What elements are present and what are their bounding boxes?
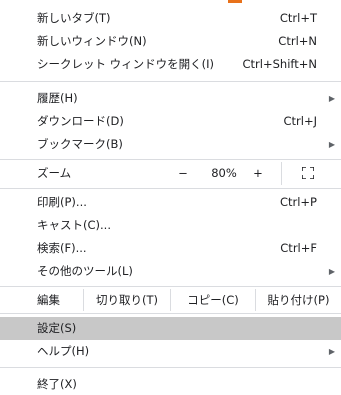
menu-separator — [0, 159, 341, 160]
menu-item-label: キャスト(C)... — [37, 218, 111, 232]
cut-button[interactable]: 切り取り(T) — [84, 289, 170, 311]
menu-item-downloads[interactable]: ダウンロード(D) Ctrl+J — [0, 110, 341, 133]
menu-separator — [0, 313, 341, 314]
menu-item-label: ダウンロード(D) — [37, 114, 124, 128]
menu-item-shortcut: Ctrl+N — [278, 34, 317, 48]
menu-separator — [0, 188, 341, 189]
menu-item-label: 新しいウィンドウ(N) — [37, 34, 147, 48]
menu-item-shortcut: Ctrl+T — [279, 11, 317, 25]
update-accent-strip — [228, 0, 242, 3]
menu-item-label: シークレット ウィンドウを開く(I) — [37, 57, 215, 71]
edit-row: 編集 切り取り(T) コピー(C) 貼り付け(P) — [0, 289, 341, 311]
menu-item-label: 設定(S) — [37, 321, 77, 335]
menu-separator — [0, 367, 341, 368]
browser-main-menu: 新しいタブ(T) Ctrl+T 新しいウィンドウ(N) Ctrl+N シークレッ… — [0, 0, 341, 395]
menu-item-shortcut: Ctrl+P — [279, 195, 317, 209]
submenu-arrow-icon: ▶ — [328, 347, 335, 356]
menu-item-history[interactable]: 履歴(H) ▶ — [0, 87, 341, 110]
menu-item-new-incognito[interactable]: シークレット ウィンドウを開く(I) Ctrl+Shift+N — [0, 53, 341, 76]
submenu-arrow-icon: ▶ — [328, 140, 335, 149]
menu-item-label: 検索(F)... — [37, 241, 87, 255]
menu-item-settings[interactable]: 設定(S) — [0, 317, 341, 340]
zoom-in-button[interactable]: + — [251, 162, 265, 185]
menu-item-label: ブックマーク(B) — [37, 137, 123, 151]
menu-item-find[interactable]: 検索(F)... Ctrl+F — [0, 237, 341, 260]
menu-item-new-tab[interactable]: 新しいタブ(T) Ctrl+T — [0, 7, 341, 30]
menu-separator — [0, 81, 341, 82]
paste-button[interactable]: 貼り付け(P) — [256, 289, 341, 311]
menu-item-label: 終了(X) — [37, 377, 77, 391]
menu-item-label: 印刷(P)... — [37, 195, 87, 209]
submenu-arrow-icon: ▶ — [328, 94, 335, 103]
menu-item-label: 履歴(H) — [37, 91, 78, 105]
zoom-level-value: 80% — [211, 166, 237, 180]
menu-item-help[interactable]: ヘルプ(H) ▶ — [0, 340, 341, 363]
menu-item-print[interactable]: 印刷(P)... Ctrl+P — [0, 191, 341, 214]
menu-item-shortcut: Ctrl+Shift+N — [242, 57, 317, 71]
zoom-divider — [281, 162, 282, 185]
menu-item-label: ヘルプ(H) — [37, 344, 90, 358]
zoom-row: ズーム − 80% + — [0, 162, 341, 185]
menu-item-bookmarks[interactable]: ブックマーク(B) ▶ — [0, 133, 341, 156]
copy-button[interactable]: コピー(C) — [171, 289, 255, 311]
submenu-arrow-icon: ▶ — [328, 267, 335, 276]
zoom-label: ズーム — [37, 166, 72, 180]
menu-item-label: 新しいタブ(T) — [37, 11, 111, 25]
menu-item-exit[interactable]: 終了(X) — [0, 373, 341, 395]
fullscreen-icon[interactable] — [302, 167, 314, 179]
menu-item-label: その他のツール(L) — [37, 264, 133, 278]
edit-label: 編集 — [37, 293, 60, 307]
window-top-strip — [0, 0, 341, 5]
zoom-out-button[interactable]: − — [176, 162, 190, 185]
menu-item-shortcut: Ctrl+J — [283, 114, 318, 128]
menu-item-more-tools[interactable]: その他のツール(L) ▶ — [0, 260, 341, 283]
menu-item-new-window[interactable]: 新しいウィンドウ(N) Ctrl+N — [0, 30, 341, 53]
menu-separator — [0, 286, 341, 287]
menu-item-shortcut: Ctrl+F — [280, 241, 317, 255]
menu-item-cast[interactable]: キャスト(C)... — [0, 214, 341, 237]
